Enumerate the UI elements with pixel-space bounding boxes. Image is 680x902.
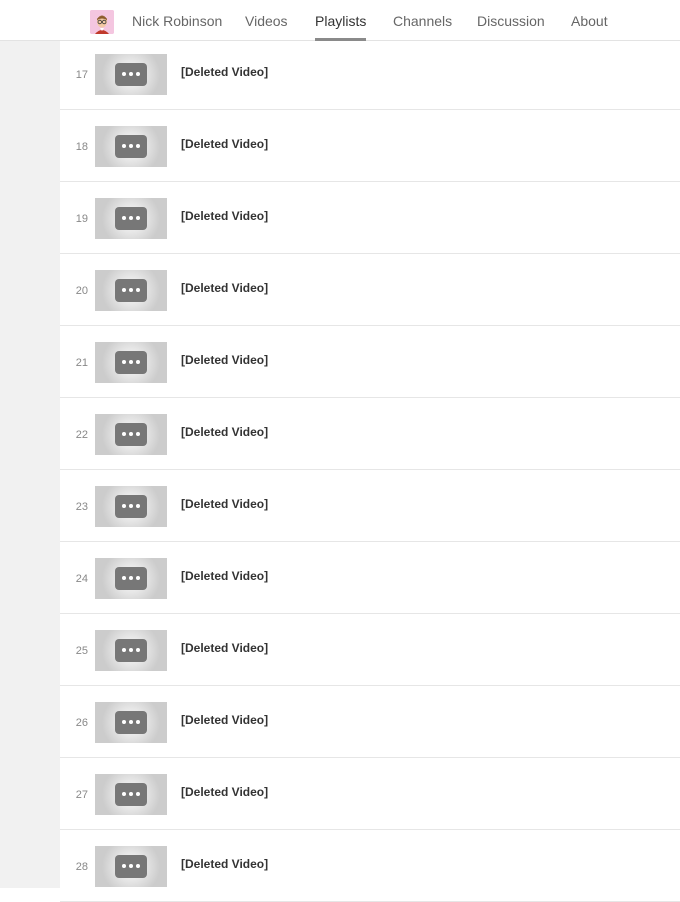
playlist-row[interactable]: 26 [Deleted Video] xyxy=(60,686,680,758)
video-title[interactable]: [Deleted Video] xyxy=(181,785,268,799)
video-thumbnail[interactable] xyxy=(95,774,167,815)
video-title[interactable]: [Deleted Video] xyxy=(181,281,268,295)
more-dots-icon xyxy=(115,855,147,878)
tab-about[interactable]: About xyxy=(571,13,608,29)
row-index: 23 xyxy=(75,501,88,513)
video-thumbnail[interactable] xyxy=(95,342,167,383)
playlist-row[interactable]: 21 [Deleted Video] xyxy=(60,326,680,398)
video-title[interactable]: [Deleted Video] xyxy=(181,641,268,655)
channel-name-link[interactable]: Nick Robinson xyxy=(132,13,222,29)
more-dots-icon xyxy=(115,63,147,86)
row-index: 21 xyxy=(75,357,88,369)
left-gutter xyxy=(0,41,60,888)
more-dots-icon xyxy=(115,351,147,374)
video-thumbnail[interactable] xyxy=(95,126,167,167)
tab-discussion[interactable]: Discussion xyxy=(477,13,545,29)
video-title[interactable]: [Deleted Video] xyxy=(181,497,268,511)
more-dots-icon xyxy=(115,495,147,518)
tab-playlists[interactable]: Playlists xyxy=(315,13,367,41)
playlist-row[interactable]: 28 [Deleted Video] xyxy=(60,830,680,902)
video-thumbnail[interactable] xyxy=(95,486,167,527)
video-thumbnail[interactable] xyxy=(95,558,167,599)
row-index: 20 xyxy=(75,285,88,297)
row-index: 17 xyxy=(75,69,88,81)
video-title[interactable]: [Deleted Video] xyxy=(181,209,268,223)
more-dots-icon xyxy=(115,423,147,446)
playlist-row[interactable]: 17 [Deleted Video] xyxy=(60,38,680,110)
video-title[interactable]: [Deleted Video] xyxy=(181,65,268,79)
playlist-row[interactable]: 22 [Deleted Video] xyxy=(60,398,680,470)
video-thumbnail[interactable] xyxy=(95,270,167,311)
more-dots-icon xyxy=(115,279,147,302)
channel-header: Nick Robinson Videos Playlists Channels … xyxy=(0,0,680,41)
playlist-row[interactable]: 24 [Deleted Video] xyxy=(60,542,680,614)
row-index: 24 xyxy=(75,573,88,585)
row-index: 27 xyxy=(75,789,88,801)
row-index: 22 xyxy=(75,429,88,441)
video-title[interactable]: [Deleted Video] xyxy=(181,569,268,583)
playlist-row[interactable]: 23 [Deleted Video] xyxy=(60,470,680,542)
more-dots-icon xyxy=(115,567,147,590)
playlist-row[interactable]: 25 [Deleted Video] xyxy=(60,614,680,686)
playlist-video-list: 17 [Deleted Video] 18 [Deleted Video] 19… xyxy=(60,38,680,902)
video-title[interactable]: [Deleted Video] xyxy=(181,713,268,727)
row-index: 18 xyxy=(75,141,88,153)
row-index: 28 xyxy=(75,861,88,873)
video-thumbnail[interactable] xyxy=(95,414,167,455)
video-title[interactable]: [Deleted Video] xyxy=(181,353,268,367)
video-thumbnail[interactable] xyxy=(95,702,167,743)
video-title[interactable]: [Deleted Video] xyxy=(181,857,268,871)
video-thumbnail[interactable] xyxy=(95,198,167,239)
row-index: 25 xyxy=(75,645,88,657)
tab-playlists-label: Playlists xyxy=(315,13,367,29)
playlist-row[interactable]: 18 [Deleted Video] xyxy=(60,110,680,182)
tab-channels[interactable]: Channels xyxy=(393,13,452,29)
row-index: 19 xyxy=(75,213,88,225)
playlist-row[interactable]: 27 [Deleted Video] xyxy=(60,758,680,830)
more-dots-icon xyxy=(115,135,147,158)
tab-videos[interactable]: Videos xyxy=(245,13,288,29)
playlist-row[interactable]: 20 [Deleted Video] xyxy=(60,254,680,326)
more-dots-icon xyxy=(115,207,147,230)
row-index: 26 xyxy=(75,717,88,729)
nerd-avatar-icon[interactable] xyxy=(90,10,114,34)
more-dots-icon xyxy=(115,639,147,662)
more-dots-icon xyxy=(115,711,147,734)
playlist-row[interactable]: 19 [Deleted Video] xyxy=(60,182,680,254)
more-dots-icon xyxy=(115,783,147,806)
video-title[interactable]: [Deleted Video] xyxy=(181,137,268,151)
video-thumbnail[interactable] xyxy=(95,846,167,887)
video-title[interactable]: [Deleted Video] xyxy=(181,425,268,439)
video-thumbnail[interactable] xyxy=(95,54,167,95)
video-thumbnail[interactable] xyxy=(95,630,167,671)
